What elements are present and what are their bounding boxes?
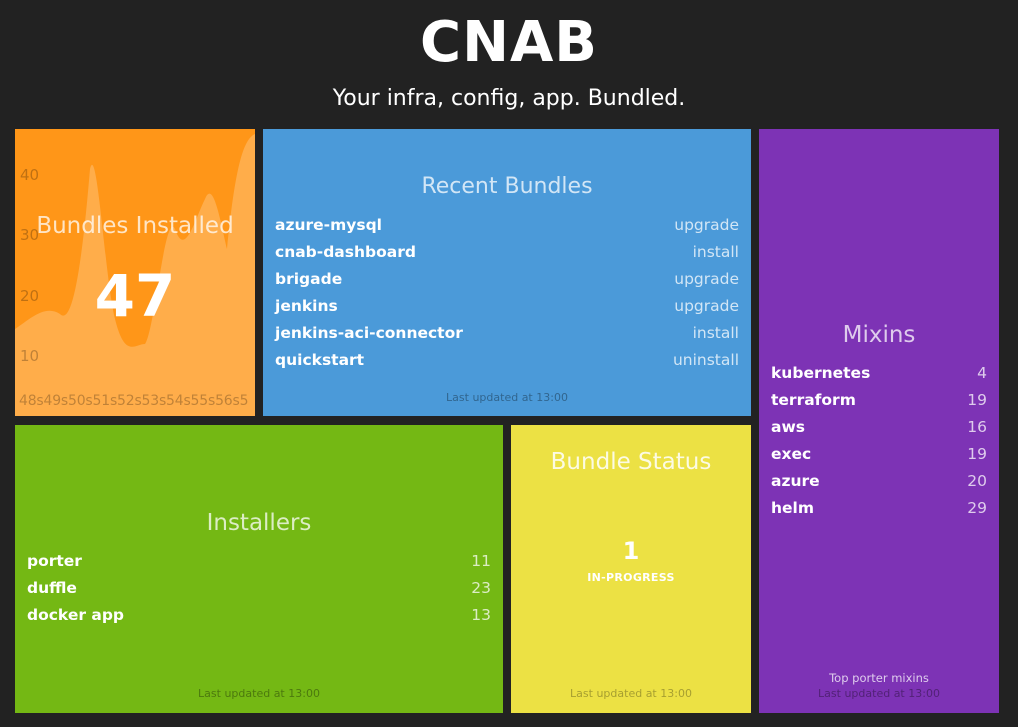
- list-item-label: azure-mysql: [275, 216, 382, 234]
- list-item-label: jenkins-aci-connector: [275, 324, 463, 342]
- list-item-value: 16: [967, 418, 987, 436]
- list-item-value: 19: [967, 445, 987, 463]
- list-item-value: install: [692, 324, 739, 342]
- recent-bundles-widget[interactable]: Recent Bundles azure-mysql upgrade cnab-d…: [263, 129, 751, 416]
- y-tick-label: 10: [20, 347, 40, 365]
- list-item-value: upgrade: [674, 270, 739, 288]
- list-item: porter 11: [27, 548, 491, 575]
- mixins-list: kubernetes 4 terraform 19 aws 16 exec 19 azu…: [771, 360, 987, 522]
- list-item-value: upgrade: [674, 216, 739, 234]
- list-item-label: helm: [771, 499, 815, 517]
- list-item-label: brigade: [275, 270, 343, 288]
- list-item-label: duffle: [27, 579, 77, 597]
- list-item: azure-mysql upgrade: [275, 212, 739, 239]
- list-item: docker app 13: [27, 602, 491, 629]
- list-item: terraform 19: [771, 387, 987, 414]
- status-label: IN-PROGRESS: [587, 571, 675, 584]
- recent-bundles-list: azure-mysql upgrade cnab-dashboard install…: [275, 212, 739, 374]
- list-item-value: install: [692, 243, 739, 261]
- list-item: cnab-dashboard install: [275, 239, 739, 266]
- list-item: kubernetes 4: [771, 360, 987, 387]
- widget-title: Bundle Status: [550, 449, 712, 475]
- updated-at: Last updated at 13:00: [446, 391, 568, 404]
- list-item-label: aws: [771, 418, 806, 436]
- list-item-value: 20: [967, 472, 987, 490]
- mixins-widget[interactable]: Mixins kubernetes 4 terraform 19 aws 16 exe…: [759, 129, 999, 713]
- installers-list: porter 11 duffle 23 docker app 13: [27, 548, 491, 629]
- list-item-label: quickstart: [275, 351, 365, 369]
- list-item-value: uninstall: [672, 351, 739, 369]
- updated-at: Last updated at 13:00: [818, 687, 940, 700]
- installers-widget[interactable]: Installers porter 11 duffle 23 docker app 1…: [15, 425, 503, 713]
- bundle-status-widget[interactable]: Bundle Status 1 IN-PROGRESS Last updated…: [511, 425, 751, 713]
- list-item: azure 20: [771, 468, 987, 495]
- page-title: CNAB: [420, 10, 598, 75]
- list-item: brigade upgrade: [275, 266, 739, 293]
- list-item-label: docker app: [27, 606, 125, 624]
- list-item-label: azure: [771, 472, 820, 490]
- list-item: helm 29: [771, 495, 987, 522]
- list-item-label: cnab-dashboard: [275, 243, 416, 261]
- list-item-label: exec: [771, 445, 812, 463]
- list-item-value: upgrade: [674, 297, 739, 315]
- updated-at: Last updated at 13:00: [198, 687, 320, 700]
- more-info: Top porter mixins: [829, 671, 929, 685]
- list-item-value: 19: [967, 391, 987, 409]
- list-item: exec 19: [771, 441, 987, 468]
- list-item-label: terraform: [771, 391, 856, 409]
- page-subtitle: Your infra, config, app. Bundled.: [332, 86, 686, 111]
- list-item-label: porter: [27, 552, 82, 570]
- list-item-value: 29: [967, 499, 987, 517]
- widget-title: Recent Bundles: [421, 174, 593, 199]
- list-item: quickstart uninstall: [275, 347, 739, 374]
- status-count: 1: [622, 537, 640, 565]
- bundles-installed-count: 47: [94, 262, 176, 330]
- list-item: jenkins-aci-connector install: [275, 320, 739, 347]
- y-tick-label: 40: [20, 166, 40, 184]
- updated-at: Last updated at 13:00: [570, 687, 692, 700]
- list-item-value: 4: [977, 364, 987, 382]
- list-item: aws 16: [771, 414, 987, 441]
- list-item-label: jenkins: [275, 297, 338, 315]
- list-item: jenkins upgrade: [275, 293, 739, 320]
- widget-title: Bundles Installed: [36, 213, 234, 239]
- list-item-value: 11: [471, 552, 491, 570]
- list-item-value: 23: [471, 579, 491, 597]
- list-item: duffle 23: [27, 575, 491, 602]
- list-item-label: kubernetes: [771, 364, 871, 382]
- x-tick-labels: 48s49s50s51s52s53s54s55s56s5: [19, 393, 249, 409]
- widget-title: Mixins: [842, 322, 916, 348]
- bundles-installed-widget[interactable]: 40 30 20 10 48s49s50s51s52s53s54s55s56s5…: [15, 129, 255, 416]
- dashboard-header: CNAB Your infra, config, app. Bundled.: [0, 0, 1018, 125]
- widget-title: Installers: [206, 510, 312, 536]
- list-item-value: 13: [471, 606, 491, 624]
